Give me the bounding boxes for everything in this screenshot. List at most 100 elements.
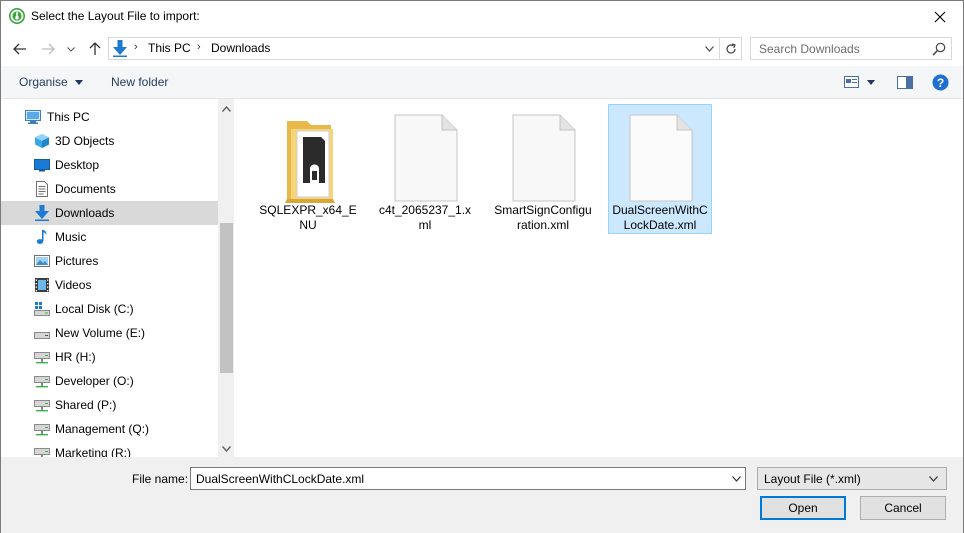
computer-icon (25, 110, 41, 124)
file-list: SQLEXPR_x64_ENU c4t_2065237_1.xml SmartS… (235, 99, 963, 457)
nav-item-documents[interactable]: Documents (1, 177, 218, 201)
view-options-dropdown[interactable] (865, 73, 877, 91)
new-folder-button[interactable]: New folder (111, 75, 168, 89)
breadcrumb-separator: › (134, 41, 138, 53)
breadcrumb-downloads[interactable]: Downloads (211, 41, 270, 55)
file-type-select[interactable]: Layout File (*.xml) (757, 467, 947, 490)
bottom-panel: File name: DualScreenWithCLockDate.xml L… (1, 457, 963, 533)
picture-icon (34, 255, 50, 267)
search-icon (932, 42, 946, 56)
blank-file-icon (394, 114, 458, 202)
blank-file-icon (512, 114, 576, 202)
drive-icon (34, 332, 50, 339)
nav-item-this-pc[interactable]: This PC (1, 105, 218, 129)
file-name: DualScreenWithCLockDate.xml (612, 203, 708, 232)
file-name: c4t_2065237_1.xml (378, 203, 472, 232)
nav-item-label: Downloads (55, 206, 115, 220)
navigation-scrollbar[interactable] (218, 99, 234, 457)
nav-item-videos[interactable]: Videos (1, 273, 218, 297)
scrollbar-thumb[interactable] (220, 223, 233, 373)
recent-locations-button[interactable] (65, 40, 77, 58)
film-icon (35, 278, 49, 292)
nav-item-label: Management (Q:) (55, 422, 150, 436)
file-item[interactable]: c4t_2065237_1.xml (373, 104, 477, 234)
file-name-dropdown[interactable] (730, 472, 742, 486)
nav-item-label: HR (H:) (55, 350, 96, 364)
network-drive-icon (34, 400, 50, 412)
cancel-button[interactable]: Cancel (860, 496, 946, 520)
change-view-button[interactable] (843, 73, 859, 91)
search-input[interactable]: Search Downloads (750, 37, 952, 60)
file-type-value: Layout File (*.xml) (764, 472, 861, 486)
nav-item-developer-o[interactable]: Developer (O:) (1, 369, 218, 393)
file-name: SmartSignConfiguration.xml (494, 203, 592, 232)
back-arrow-icon (13, 43, 26, 55)
svg-text:?: ? (936, 76, 943, 90)
zip-folder-icon (285, 121, 335, 203)
file-name-value: DualScreenWithCLockDate.xml (196, 472, 365, 486)
nav-item-hr-h[interactable]: HR (H:) (1, 345, 218, 369)
open-button[interactable]: Open (760, 496, 846, 520)
chevron-up-icon (222, 105, 231, 112)
document-icon (36, 181, 48, 197)
file-open-dialog: Select the Layout File to import: › This… (0, 0, 964, 533)
nav-item-desktop[interactable]: Desktop (1, 153, 218, 177)
close-icon (934, 11, 946, 22)
download-arrow-icon (35, 205, 49, 221)
close-button[interactable] (917, 1, 963, 32)
nav-item-label: Videos (55, 278, 92, 292)
nav-item-shared-p[interactable]: Shared (P:) (1, 393, 218, 417)
file-name-label: File name: (132, 472, 189, 486)
view-options-icon (843, 76, 859, 88)
nav-item-label: Music (55, 230, 87, 244)
chevron-down-icon (704, 45, 714, 52)
nav-item-marketing-r[interactable]: Marketing (R:) (1, 441, 218, 457)
chevron-down-icon (222, 445, 231, 452)
nav-item-local-disk-c[interactable]: Local Disk (C:) (1, 297, 218, 321)
cube-icon (35, 134, 49, 148)
scroll-up-button[interactable] (221, 103, 232, 114)
app-logo-icon (9, 8, 25, 24)
chevron-down-icon (929, 476, 938, 482)
back-button[interactable] (11, 40, 29, 58)
navigation-pane: This PC 3D Objects Desktop Documents Dow… (1, 99, 234, 457)
nav-item-management-q[interactable]: Management (Q:) (1, 417, 218, 441)
chevron-down-icon (867, 79, 875, 85)
address-row: › This PC › Downloads Search Downloads (1, 32, 963, 66)
search-placeholder: Search Downloads (759, 42, 860, 56)
breadcrumb-this-pc[interactable]: This PC (148, 41, 191, 55)
nav-item-label: This PC (47, 110, 90, 124)
scroll-down-button[interactable] (221, 443, 232, 454)
command-toolbar: Organise New folder ? (1, 66, 963, 99)
nav-item-label: Developer (O:) (55, 374, 134, 388)
dialog-title: Select the Layout File to import: (31, 9, 200, 23)
download-arrow-icon (113, 40, 127, 57)
up-button[interactable] (86, 40, 104, 58)
up-arrow-icon (89, 42, 101, 55)
music-note-icon (36, 230, 47, 244)
file-item[interactable]: SQLEXPR_x64_ENU (256, 104, 360, 234)
nav-item-downloads[interactable]: Downloads (1, 201, 218, 225)
address-history-dropdown[interactable] (701, 38, 717, 59)
organise-menu-button[interactable]: Organise (19, 75, 84, 89)
forward-button[interactable] (39, 40, 57, 58)
nav-item-3d-objects[interactable]: 3D Objects (1, 129, 218, 153)
help-icon: ? (932, 74, 948, 90)
nav-item-label: Shared (P:) (55, 398, 117, 412)
nav-item-music[interactable]: Music (1, 225, 218, 249)
nav-item-new-volume-e[interactable]: New Volume (E:) (1, 321, 218, 345)
network-drive-icon (34, 424, 50, 436)
file-item[interactable]: SmartSignConfiguration.xml (491, 104, 595, 234)
file-item-selected[interactable]: DualScreenWithCLockDate.xml (608, 104, 712, 234)
address-bar[interactable]: › This PC › Downloads (108, 37, 742, 60)
refresh-button[interactable] (719, 38, 741, 59)
preview-pane-button[interactable] (896, 73, 914, 91)
help-button[interactable]: ? (931, 73, 949, 91)
nav-item-label: Pictures (55, 254, 99, 268)
organise-label: Organise (19, 75, 68, 89)
file-name-input[interactable]: DualScreenWithCLockDate.xml (190, 467, 746, 490)
network-drive-icon (34, 448, 50, 457)
chevron-down-icon (731, 476, 741, 482)
network-drive-icon (34, 352, 50, 364)
nav-item-pictures[interactable]: Pictures (1, 249, 218, 273)
